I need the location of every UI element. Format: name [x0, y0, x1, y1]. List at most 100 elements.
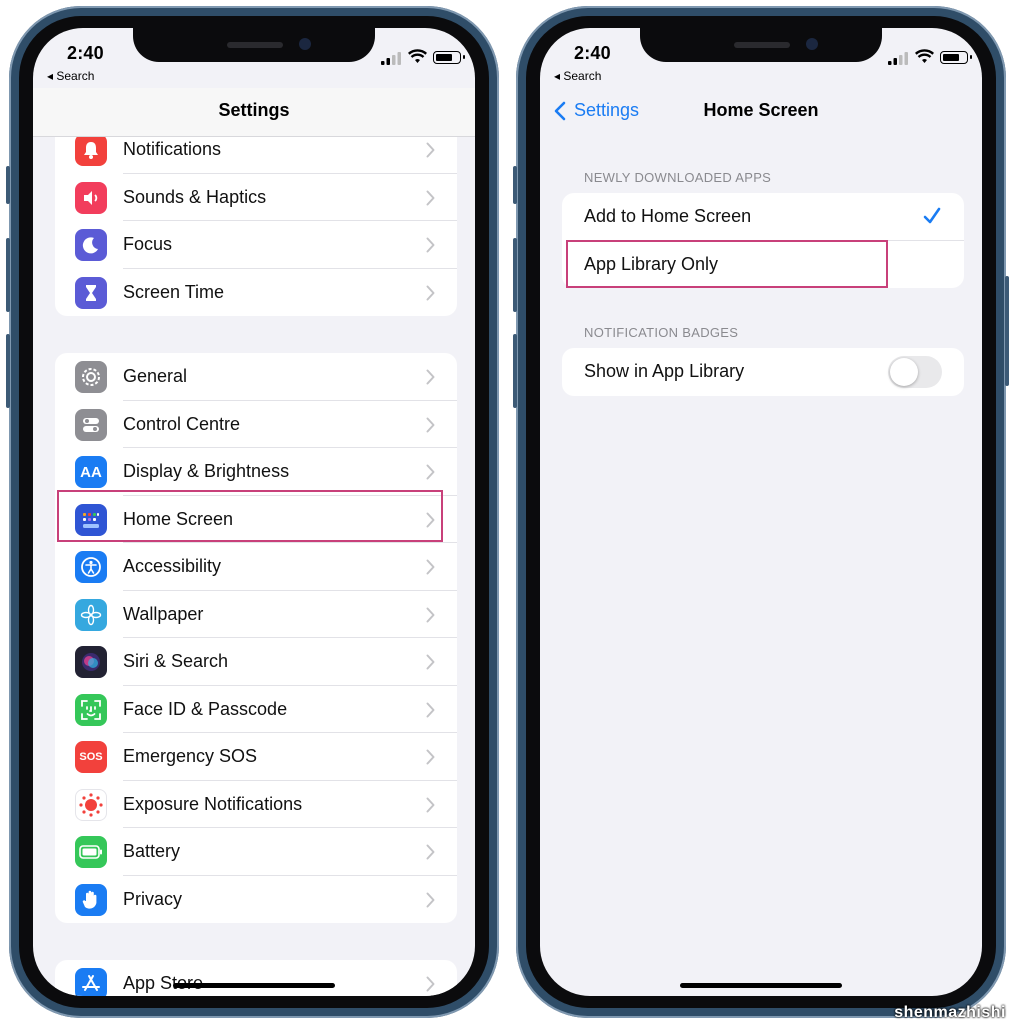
settings-row-label: Wallpaper: [123, 603, 204, 624]
flower-icon: [75, 598, 107, 631]
notch: [133, 28, 375, 62]
chevron-right-icon: [426, 237, 435, 253]
status-time: 2:40: [574, 43, 611, 63]
settings-row-exposure-notifications[interactable]: Exposure Notifications: [55, 781, 457, 828]
volume-down-button: [513, 334, 517, 408]
watermark: shenmazhishi: [894, 1004, 1006, 1021]
settings-row-label: Emergency SOS: [123, 746, 258, 766]
mute-switch: [513, 166, 517, 204]
nav-bar: Settings: [33, 88, 475, 137]
show-in-app-library-row: Show in App Library: [562, 348, 964, 396]
chevron-right-icon: [426, 892, 435, 907]
text-size-icon: AA: [75, 456, 107, 488]
right-screen: 2:40 ◂ Search Settings Home Screen NEWLY…: [540, 28, 982, 996]
cellular-signal-icon: [888, 52, 908, 65]
face-id-icon: [75, 693, 107, 726]
hourglass-icon: [75, 276, 107, 309]
status-time: 2:40: [67, 43, 104, 63]
settings-group-3: App Store: [55, 960, 457, 996]
home-indicator[interactable]: [680, 983, 842, 988]
page-title: Home Screen: [703, 100, 819, 120]
exposure-icon: [75, 788, 107, 821]
chevron-right-icon: [426, 285, 435, 300]
chevron-right-icon: [426, 844, 435, 860]
right-phone-frame: 2:40 ◂ Search Settings Home Screen NEWLY…: [513, 6, 1009, 1018]
chevron-right-icon: [426, 190, 435, 205]
settings-row-display-brightness[interactable]: AA Display & Brightness: [55, 448, 457, 496]
chevron-right-icon: [426, 369, 435, 385]
volume-up-button: [6, 238, 10, 312]
notch: [640, 28, 882, 62]
settings-row-label: Exposure Notifications: [123, 793, 303, 814]
left-screen: 2:40 ◂ Search Settings Notifications Soun…: [33, 28, 475, 996]
battery-status-icon: [940, 51, 972, 64]
settings-row-screen-time[interactable]: Screen Time: [55, 269, 457, 317]
accessibility-icon: [75, 551, 107, 583]
chevron-right-icon: [426, 976, 435, 992]
settings-group-2: General Control Centre AA Display & Brightn…: [55, 353, 457, 923]
chevron-right-icon: [426, 559, 435, 575]
back-to-search-link[interactable]: ◂ Search: [554, 69, 601, 83]
siri-icon: [75, 646, 107, 678]
speaker-icon: [75, 181, 107, 214]
back-to-search-link[interactable]: ◂ Search: [47, 69, 94, 83]
wifi-icon: [408, 49, 427, 63]
app-store-icon: [75, 968, 107, 996]
battery-icon: [75, 836, 107, 868]
settings-row-label: Privacy: [123, 888, 183, 909]
chevron-right-icon: [426, 654, 435, 670]
settings-row-wallpaper[interactable]: Wallpaper: [55, 591, 457, 638]
settings-row-app-store[interactable]: App Store: [55, 960, 457, 996]
chevron-right-icon: [426, 749, 435, 765]
home-indicator[interactable]: [173, 983, 335, 988]
volume-down-button: [6, 334, 10, 408]
settings-row-label: General: [123, 366, 188, 386]
settings-row-label: App Store: [123, 973, 204, 993]
home-screen-highlight-box: [57, 490, 443, 542]
settings-row-label: Siri & Search: [123, 651, 229, 671]
chevron-right-icon: [426, 797, 435, 812]
wifi-icon: [915, 49, 934, 63]
settings-row-general[interactable]: General: [55, 353, 457, 401]
settings-row-siri-search[interactable]: Siri & Search: [55, 638, 457, 686]
checkmark-icon: [923, 207, 941, 224]
chevron-right-icon: [426, 464, 435, 480]
hand-icon: [75, 883, 107, 916]
settings-row-control-centre[interactable]: Control Centre: [55, 401, 457, 448]
mute-switch: [6, 166, 10, 204]
settings-row-label: Focus: [123, 234, 173, 254]
gear-icon: [75, 361, 107, 393]
option-label: Add to Home Screen: [584, 206, 752, 226]
notification-badges-group: Show in App Library: [562, 348, 964, 396]
settings-row-label: Face ID & Passcode: [123, 698, 288, 719]
toggles-icon: [75, 408, 107, 441]
moon-icon: [75, 229, 107, 261]
settings-row-label: Display & Brightness: [123, 461, 290, 481]
settings-row-label: Accessibility: [123, 556, 222, 576]
settings-row-accessibility[interactable]: Accessibility: [55, 543, 457, 591]
settings-group-1: Notifications Sounds & Haptics Focus Screen…: [55, 126, 457, 316]
settings-row-privacy[interactable]: Privacy: [55, 876, 457, 924]
cellular-signal-icon: [381, 52, 401, 65]
settings-row-label: Screen Time: [123, 281, 225, 302]
section-header-notification-badges: NOTIFICATION BADGES: [584, 325, 739, 340]
option-add-to-home-screen[interactable]: Add to Home Screen: [562, 193, 964, 241]
volume-up-button: [513, 238, 517, 312]
chevron-right-icon: [426, 607, 435, 622]
settings-row-label: Battery: [123, 841, 181, 861]
chevron-right-icon: [426, 417, 435, 432]
settings-row-focus[interactable]: Focus: [55, 221, 457, 269]
battery-status-icon: [433, 51, 465, 64]
sos-icon: SOS: [75, 741, 107, 773]
chevron-right-icon: [426, 142, 435, 158]
settings-row-sounds-haptics[interactable]: Sounds & Haptics: [55, 174, 457, 221]
section-header-newly-downloaded: NEWLY DOWNLOADED APPS: [584, 170, 772, 185]
settings-row-face-id-passcode[interactable]: Face ID & Passcode: [55, 686, 457, 733]
app-library-only-highlight-box: [566, 240, 888, 288]
page-title: Settings: [218, 100, 290, 120]
settings-row-battery[interactable]: Battery: [55, 828, 457, 876]
nav-bar: Settings Home Screen: [540, 88, 982, 134]
settings-row-emergency-sos[interactable]: SOS Emergency SOS: [55, 733, 457, 781]
toggle-label: Show in App Library: [584, 361, 745, 381]
show-in-app-library-toggle[interactable]: [888, 356, 942, 388]
